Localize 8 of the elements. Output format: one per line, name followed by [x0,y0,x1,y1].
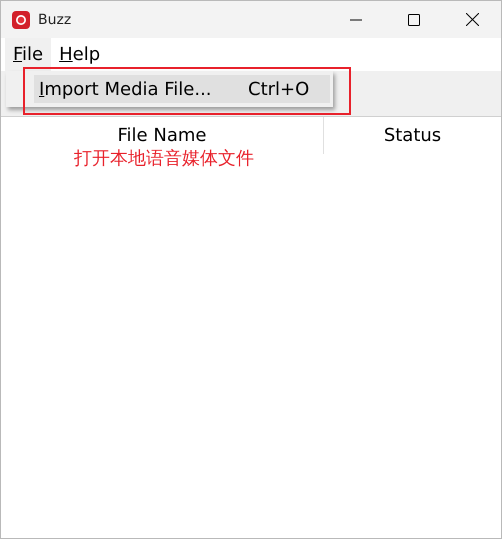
maximize-icon [408,14,420,26]
close-icon [466,13,478,26]
menu-item[interactable]: File [5,38,52,71]
column-header[interactable]: Status [324,117,501,154]
menu-option[interactable]: Import Media File... Ctrl+O [34,75,330,103]
window-title: Buzz [38,12,72,28]
menu-item[interactable]: Help [51,38,108,71]
app-logo-icon [12,10,30,28]
